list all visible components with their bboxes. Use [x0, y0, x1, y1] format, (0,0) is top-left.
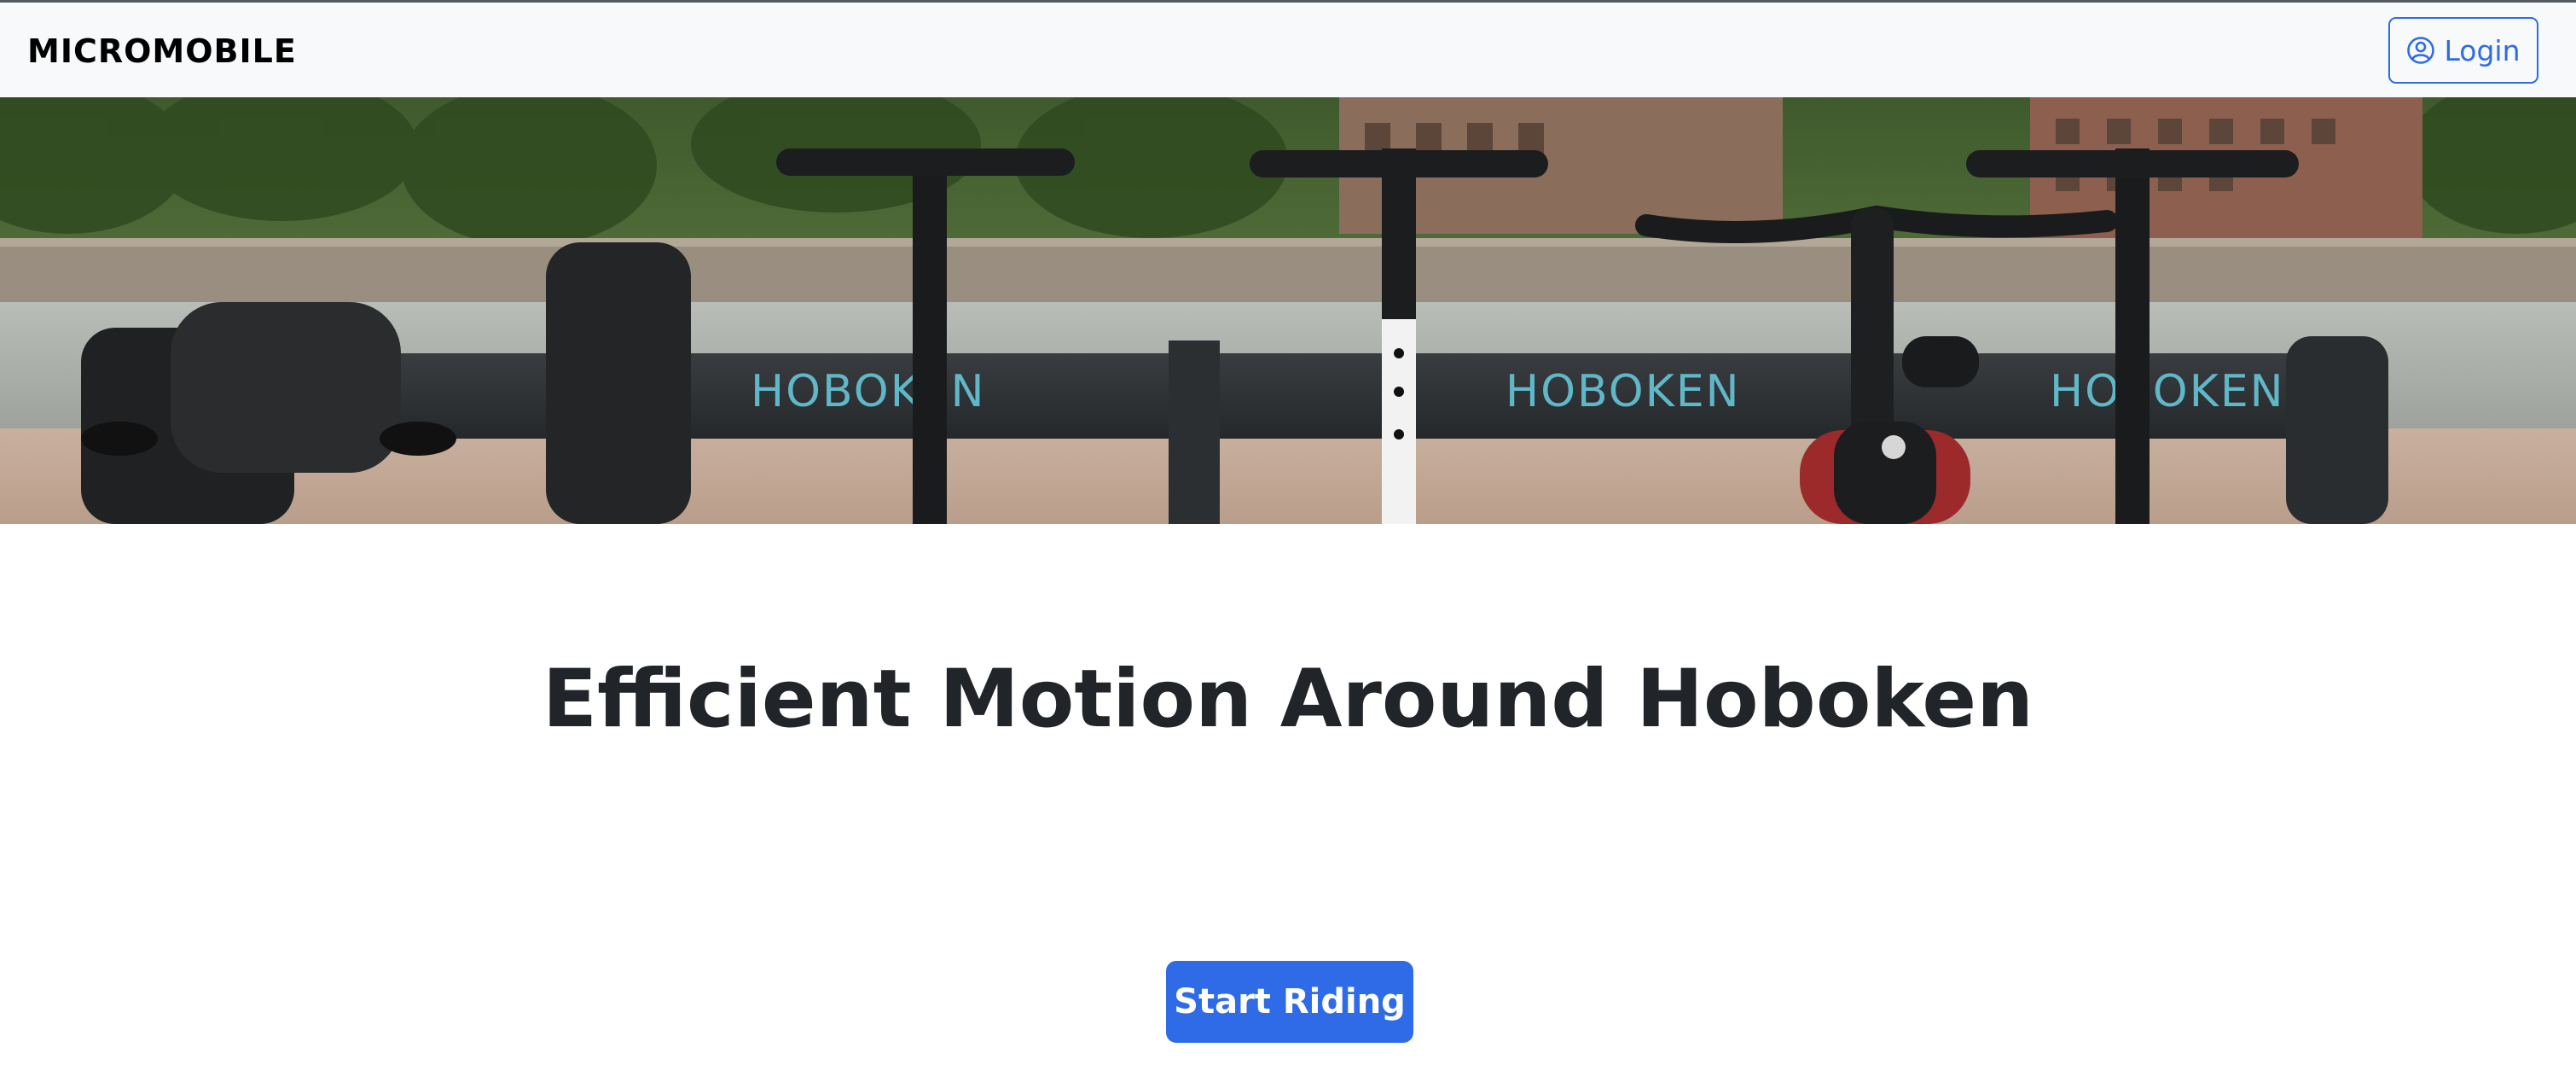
svg-text:HOBOKEN: HOBOKEN	[1506, 366, 1741, 417]
hero-headline: Efficient Motion Around Hoboken	[542, 653, 2034, 746]
login-button[interactable]: Login	[2388, 17, 2538, 84]
top-navbar: MICROMOBILE Login	[0, 0, 2576, 97]
login-label: Login	[2444, 33, 2521, 67]
brand-logo[interactable]: MICROMOBILE	[27, 32, 297, 71]
start-riding-button[interactable]: Start Riding	[1166, 961, 1413, 1043]
user-circle-icon	[2406, 36, 2435, 65]
svg-text:HOBOKEN: HOBOKEN	[2050, 366, 2285, 417]
svg-text:HOBOKEN: HOBOKEN	[751, 366, 986, 417]
hero-banner-image: HOBOKEN HOBOKEN HOBOKEN	[0, 97, 2576, 524]
